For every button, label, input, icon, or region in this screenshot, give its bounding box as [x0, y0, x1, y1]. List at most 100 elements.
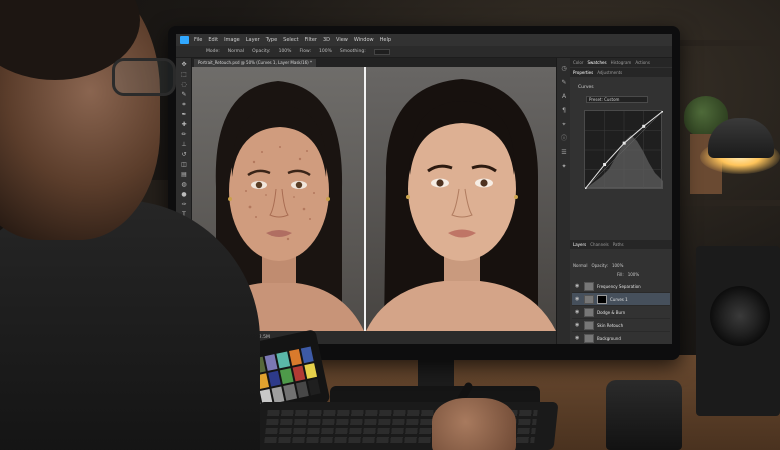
layer-thumbnail — [584, 307, 594, 317]
blur-tool-icon[interactable]: ◍ — [180, 182, 188, 188]
layer-row[interactable]: ◉ Skin Retouch — [572, 319, 670, 332]
tab-properties[interactable]: Properties — [573, 70, 593, 75]
smoothing-field[interactable] — [373, 48, 390, 55]
wall-shelf — [680, 200, 780, 206]
visibility-eye-icon[interactable]: ◉ — [575, 283, 581, 289]
document-tab[interactable]: Portrait_Retouch.psd @ 50% (Curves 1, La… — [194, 59, 316, 67]
menu-file[interactable]: File — [194, 37, 202, 43]
clone-stamp-icon[interactable]: ⊥ — [180, 142, 188, 148]
pen-tool-icon[interactable]: ✑ — [180, 202, 188, 208]
menu-edit[interactable]: Edit — [208, 37, 218, 43]
menu-image[interactable]: Image — [224, 37, 240, 43]
menu-type[interactable]: Type — [266, 37, 277, 43]
marquee-tool-icon[interactable]: ⬚ — [180, 72, 188, 78]
menu-filter[interactable]: Filter — [305, 37, 317, 43]
fill-value[interactable]: 100% — [628, 272, 639, 277]
color-checker-patch — [295, 381, 309, 399]
eyedropper-icon[interactable]: ✒ — [180, 112, 188, 118]
photoshop-logo-icon — [180, 36, 189, 44]
editor-hand — [432, 398, 516, 450]
history-brush-icon[interactable]: ↺ — [180, 152, 188, 158]
tab-paths[interactable]: Paths — [613, 242, 624, 247]
curves-graph[interactable] — [583, 109, 665, 191]
eraser-icon[interactable]: ◫ — [180, 162, 188, 168]
layer-mask-thumbnail[interactable] — [597, 294, 607, 304]
layer-row[interactable]: ◉ Curves 1 — [572, 293, 670, 306]
tab-channels[interactable]: Channels — [590, 242, 609, 247]
color-checker-patch — [268, 370, 282, 387]
gradient-icon[interactable]: ▤ — [180, 172, 188, 178]
curves-control-point[interactable] — [583, 187, 587, 191]
curves-control-point[interactable] — [622, 141, 626, 145]
history-icon[interactable]: ◷ — [560, 66, 568, 72]
crop-tool-icon[interactable]: ⌗ — [180, 102, 188, 108]
lasso-tool-icon[interactable]: ◌ — [180, 82, 188, 88]
menu-view[interactable]: View — [336, 37, 348, 43]
color-checker-patch — [300, 346, 314, 363]
visibility-eye-icon[interactable]: ◉ — [575, 309, 581, 315]
color-checker-patch — [264, 354, 278, 371]
layer-row[interactable]: ◉ Background — [572, 332, 670, 344]
tab-adjustments[interactable]: Adjustments — [597, 70, 622, 75]
dodge-tool-icon[interactable]: ● — [180, 192, 188, 198]
navigator-icon[interactable]: ⌖ — [560, 122, 568, 128]
layer-row[interactable]: ◉ Frequency Separation — [572, 280, 670, 293]
layer-fill-row: Fill: 100% — [573, 271, 669, 278]
visibility-eye-icon[interactable]: ◉ — [575, 335, 581, 341]
glyphs-icon[interactable]: ✦ — [560, 164, 568, 170]
color-checker-patch — [280, 367, 294, 385]
healing-brush-icon[interactable]: ✚ — [180, 122, 188, 128]
quick-select-icon[interactable]: ✎ — [180, 92, 188, 98]
libraries-icon[interactable]: ☰ — [560, 150, 568, 156]
flow-value[interactable]: 100% — [319, 49, 332, 54]
layer-name: Curves 1 — [610, 296, 628, 302]
visibility-eye-icon[interactable]: ◉ — [575, 296, 581, 302]
menu-select[interactable]: Select — [283, 37, 298, 43]
brush-settings-icon[interactable]: ✎ — [560, 80, 568, 86]
layer-thumbnail — [584, 320, 594, 330]
visibility-eye-icon[interactable]: ◉ — [575, 322, 581, 328]
menu-3d[interactable]: 3D — [323, 37, 330, 43]
color-checker-patch — [276, 351, 290, 369]
curves-control-point[interactable] — [642, 124, 646, 128]
curves-control-point[interactable] — [603, 163, 607, 167]
opacity-value[interactable]: 100% — [612, 263, 623, 268]
fill-label: Fill: — [617, 272, 624, 277]
color-panel-tabs: Color Swatches Histogram Actions — [570, 58, 672, 67]
tab-color[interactable]: Color — [573, 60, 583, 65]
character-icon[interactable]: A — [560, 94, 568, 100]
layer-row[interactable]: ◉ Dodge & Burn — [572, 306, 670, 319]
menu-window[interactable]: Window — [354, 37, 374, 43]
opacity-label: Opacity: — [591, 263, 608, 268]
studio-speaker — [696, 246, 780, 416]
properties-title: Curves — [578, 85, 594, 90]
adjustment-thumbnail — [584, 294, 594, 304]
tab-histogram[interactable]: Histogram — [611, 60, 632, 65]
portrait-after-image — [366, 79, 556, 331]
layer-name: Skin Retouch — [597, 322, 624, 328]
tab-layers[interactable]: Layers — [573, 242, 586, 247]
menu-help[interactable]: Help — [380, 37, 391, 43]
brush-tool-icon[interactable]: ✏ — [180, 132, 188, 138]
info-icon[interactable]: ⓘ — [560, 136, 568, 142]
menu-bar: File Edit Image Layer Type Select Filter… — [176, 34, 672, 46]
blend-mode-select[interactable]: Normal — [573, 263, 587, 268]
tab-swatches[interactable]: Swatches — [587, 60, 606, 65]
color-checker-patch — [283, 384, 297, 401]
curves-preset-select[interactable]: Preset: Custom — [586, 96, 648, 103]
photo-scene: File Edit Image Layer Type Select Filter… — [0, 0, 780, 450]
paragraph-icon[interactable]: ¶ — [560, 108, 568, 114]
camera-lens — [606, 380, 682, 450]
smoothing-label: Smoothing: — [339, 49, 366, 54]
layers-panel-tabs: Layers Channels Paths — [570, 240, 672, 249]
desk-lamp — [708, 118, 774, 158]
speaker-woofer — [710, 286, 770, 346]
tab-actions[interactable]: Actions — [635, 60, 650, 65]
curves-control-point[interactable] — [661, 109, 665, 113]
layer-thumbnail — [584, 333, 594, 343]
move-tool-icon[interactable]: ✥ — [180, 62, 188, 68]
menu-layer[interactable]: Layer — [246, 37, 260, 43]
color-checker-patch — [271, 386, 285, 404]
mode-value[interactable]: Normal — [228, 49, 244, 54]
opacity-value[interactable]: 100% — [279, 49, 292, 54]
